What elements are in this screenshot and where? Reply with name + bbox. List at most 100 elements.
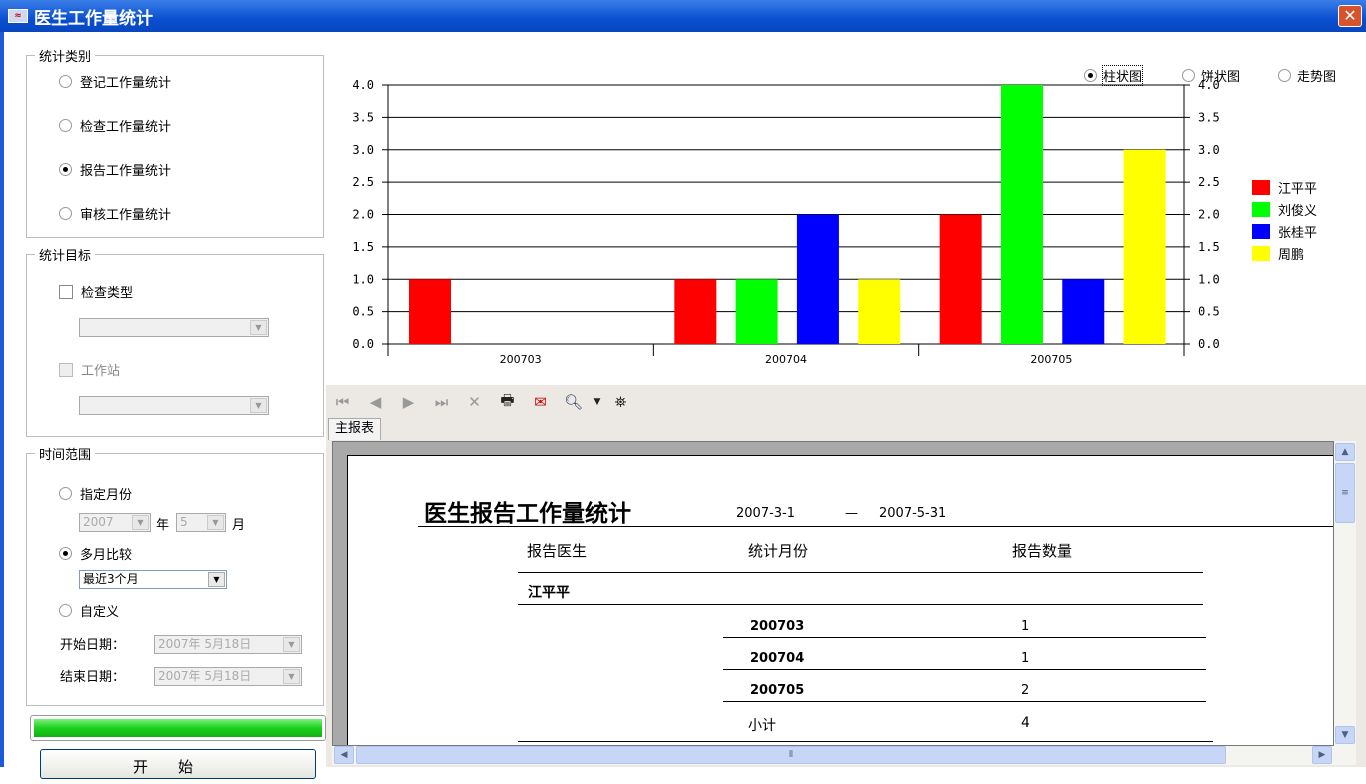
radio-icon[interactable] (59, 163, 72, 176)
y-tick-right: 2.5 (1198, 175, 1220, 189)
bar-刘俊义-200705 (1000, 85, 1043, 344)
check-type-combo[interactable]: ▼ (79, 318, 269, 337)
scroll-thumb[interactable]: ≡ (1335, 463, 1355, 523)
x-tick-label: 200705 (1030, 353, 1072, 366)
multi-month-radio[interactable]: 多月比较 (59, 544, 132, 563)
vertical-scrollbar[interactable]: ▲ ≡ ▼ (1334, 441, 1356, 746)
scroll-down-button[interactable]: ▼ (1335, 726, 1355, 744)
end-date-picker[interactable]: 2007年 5月18日 ▼ (154, 667, 302, 686)
bar-张桂平-200705 (1062, 279, 1105, 344)
chart-type-radio-0[interactable]: 柱状图 (1084, 65, 1144, 86)
multi-month-combo[interactable]: 最近3个月 ▼ (79, 570, 227, 589)
title-bar: ≈ 医生工作量统计 ✕ (0, 0, 1366, 32)
chevron-down-icon[interactable]: ▼ (250, 398, 267, 413)
bar-刘俊义-200704 (735, 279, 778, 344)
radio-icon[interactable] (59, 75, 72, 88)
year-unit: 年 (156, 518, 170, 533)
legend-swatch (1252, 180, 1270, 195)
workstation-combo[interactable]: ▼ (79, 396, 269, 415)
print-icon[interactable]: 🖶 (491, 390, 524, 415)
bar-江平平-200703 (409, 279, 451, 344)
year-combo[interactable]: 2007 ▼ (79, 513, 151, 532)
y-tick-left: 4.0 (352, 78, 374, 92)
custom-radio[interactable]: 自定义 (59, 601, 119, 620)
y-tick-right: 3.5 (1198, 110, 1220, 124)
bar-江平平-200704 (674, 279, 717, 344)
report-panel: ⏮ ◀ ▶ ⏭ ✕ 🖶 ✉ 🔍︎ ▼ ⛯ 主报表 医生报告工作量统计 2007-… (326, 385, 1366, 767)
scroll-up-button[interactable]: ▲ (1335, 443, 1355, 461)
bar-周鹏-200704 (858, 279, 901, 344)
first-page-icon[interactable]: ⏮ (326, 393, 359, 411)
progress-bar (30, 715, 326, 741)
category-radio-0[interactable]: 登记工作量统计 (59, 72, 171, 91)
tab-main-report[interactable]: 主报表 (328, 418, 382, 440)
y-tick-right: 3.0 (1198, 143, 1220, 157)
date-dash: — (845, 506, 858, 521)
specific-month-radio[interactable]: 指定月份 (59, 484, 132, 503)
row-month: 200703 (750, 619, 805, 634)
legend-label: 张桂平 (1278, 226, 1317, 241)
prev-page-icon[interactable]: ◀ (359, 393, 392, 411)
month-unit: 月 (232, 518, 246, 533)
category-legend: 统计类别 (39, 50, 92, 65)
chart-type-radio-2[interactable]: 走势图 (1278, 66, 1336, 85)
close-report-icon[interactable]: ✕ (458, 393, 491, 411)
chart-type-radio-1[interactable]: 饼状图 (1182, 66, 1240, 85)
legend-swatch (1252, 246, 1270, 261)
start-date-picker[interactable]: 2007年 5月18日 ▼ (154, 635, 302, 654)
bar-张桂平-200704 (796, 214, 839, 344)
check-type-checkbox[interactable]: 检查类型 (59, 282, 133, 301)
row-month: 200705 (750, 683, 805, 698)
find-binoculars-icon[interactable]: ⛯ (604, 393, 637, 411)
zoom-dropdown-icon[interactable]: ▼ (590, 397, 604, 407)
subtotal-value: 4 (1021, 715, 1030, 731)
y-tick-left: 0.5 (352, 305, 374, 319)
bar-周鹏-200705 (1123, 149, 1166, 344)
y-tick-left: 3.5 (352, 110, 374, 124)
y-tick-left: 0.0 (352, 337, 374, 351)
row-count: 2 (1021, 683, 1030, 698)
category-radio-2[interactable]: 报告工作量统计 (59, 160, 171, 179)
scroll-right-button[interactable]: ▶ (1312, 746, 1332, 764)
next-page-icon[interactable]: ▶ (392, 393, 425, 411)
horizontal-scrollbar[interactable]: ◀ ⦀ ▶ (332, 746, 1356, 765)
legend-label: 周鹏 (1278, 248, 1304, 263)
y-tick-left: 1.5 (352, 240, 374, 254)
export-icon[interactable]: ✉ (524, 393, 557, 411)
start-date-label: 开始日期： (60, 638, 126, 653)
legend-swatch (1252, 224, 1270, 239)
radio-icon[interactable] (59, 207, 72, 220)
y-tick-left: 2.5 (352, 175, 374, 189)
hscroll-thumb[interactable]: ⦀ (356, 746, 1226, 764)
bar-江平平-200705 (939, 214, 982, 344)
start-button[interactable]: 开始 (40, 749, 316, 779)
subtotal-label: 小计 (748, 718, 776, 734)
report-toolbar: ⏮ ◀ ▶ ⏭ ✕ 🖶 ✉ 🔍︎ ▼ ⛯ (326, 390, 1366, 414)
y-tick-left: 3.0 (352, 143, 374, 157)
date-from: 2007-3-1 (736, 506, 796, 521)
last-page-icon[interactable]: ⏭ (425, 393, 458, 411)
workstation-checkbox[interactable]: 工作站 (59, 360, 120, 379)
report-page: 医生报告工作量统计 2007-3-1 — 2007-5-31 报告医生 统计月份… (347, 455, 1333, 745)
report-viewer: 医生报告工作量统计 2007-3-1 — 2007-5-31 报告医生 统计月份… (332, 441, 1334, 746)
y-tick-left: 2.0 (352, 208, 374, 222)
chevron-down-icon[interactable]: ▼ (250, 320, 267, 335)
y-tick-right: 0.5 (1198, 305, 1220, 319)
scroll-left-button[interactable]: ◀ (334, 746, 354, 764)
app-icon: ≈ (8, 9, 28, 23)
report-title: 医生报告工作量统计 (424, 500, 631, 527)
category-radio-1[interactable]: 检查工作量统计 (59, 116, 171, 135)
y-tick-right: 1.5 (1198, 240, 1220, 254)
header-count: 报告数量 (1012, 542, 1073, 560)
target-legend: 统计目标 (39, 249, 92, 264)
zoom-icon[interactable]: 🔍︎ (557, 393, 590, 411)
close-button[interactable]: ✕ (1338, 5, 1362, 27)
radio-label: 审核工作量统计 (80, 208, 172, 223)
header-doctor: 报告医生 (527, 542, 588, 560)
month-combo[interactable]: 5 ▼ (176, 513, 226, 532)
y-tick-right: 2.0 (1198, 208, 1220, 222)
row-count: 1 (1021, 619, 1030, 634)
category-radio-3[interactable]: 审核工作量统计 (59, 204, 171, 223)
radio-icon[interactable] (59, 119, 72, 132)
legend-label: 刘俊义 (1278, 204, 1317, 219)
